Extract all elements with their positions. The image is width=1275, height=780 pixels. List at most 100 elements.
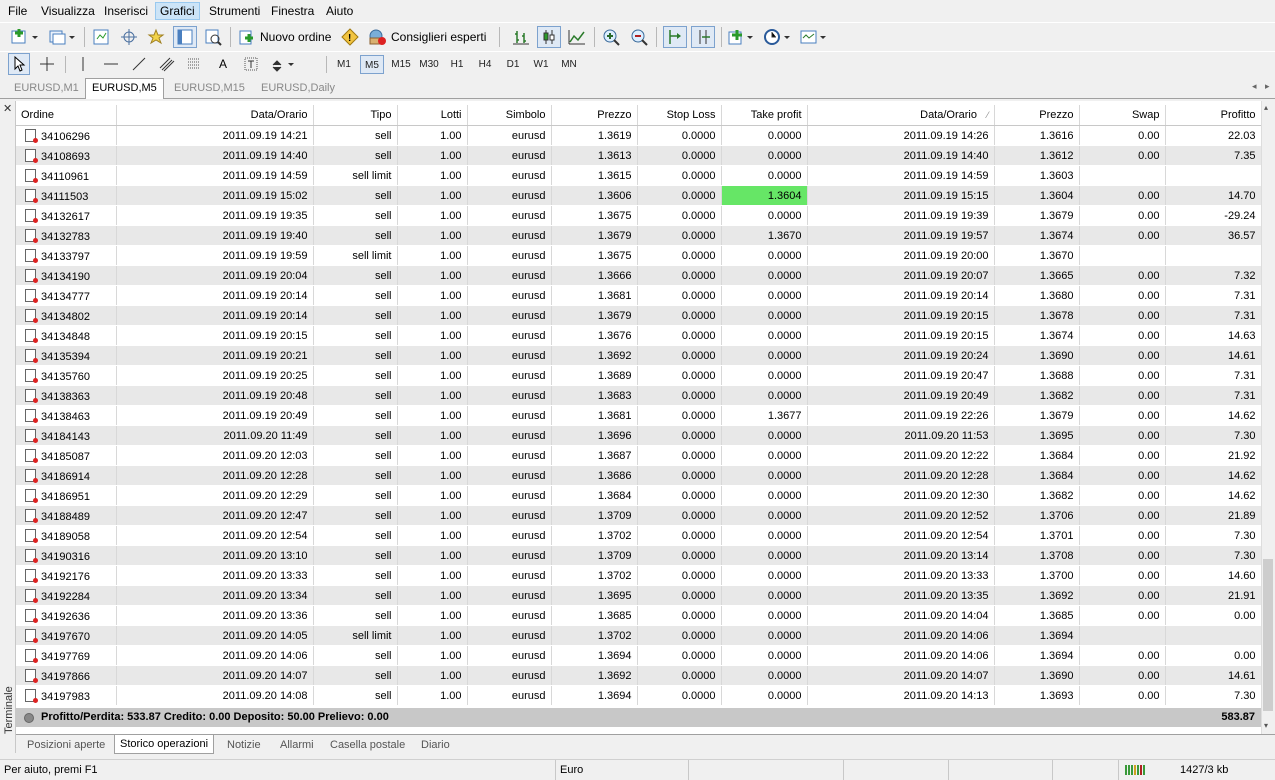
tab-notizie[interactable]: Notizie [222,736,266,754]
profiles-button[interactable] [46,26,78,48]
table-row[interactable]: 34192284 2011.09.20 13:34 sell 1.00 eurusd 1.… [16,585,1262,606]
table-row[interactable]: 34184143 2011.09.20 11:49 sell 1.00 eurusd 1.… [16,425,1262,446]
indicators-button[interactable] [726,26,758,48]
table-row[interactable]: 34197866 2011.09.20 14:07 sell 1.00 eurusd 1.… [16,665,1262,686]
terminal-toggle-button[interactable] [173,26,197,48]
table-row[interactable]: 34111503 2011.09.19 15:02 sell 1.00 eurusd 1.… [16,185,1262,206]
menu-visualizza[interactable]: Visualizza [37,3,99,19]
timeframe-m1[interactable]: M1 [332,55,356,74]
equidistant-channel-button[interactable] [156,53,178,75]
timeframe-d1[interactable]: D1 [501,55,525,74]
table-row[interactable]: 34134848 2011.09.19 20:15 sell 1.00 eurusd 1.… [16,325,1262,346]
market-watch-button[interactable] [90,26,112,48]
tab-eurusd-m1[interactable]: EURUSD,M1 [8,79,85,97]
text-label-button[interactable] [240,53,262,75]
tab-allarmi[interactable]: Allarmi [275,736,319,754]
candlestick-chart-button[interactable] [537,26,561,48]
new-chart-button[interactable] [8,26,42,48]
table-row[interactable]: 34134777 2011.09.19 20:14 sell 1.00 eurusd 1.… [16,285,1262,306]
arrows-button[interactable] [268,53,300,75]
tab-eurusd-m15[interactable]: EURUSD,M15 [168,79,251,97]
table-row[interactable]: 34132783 2011.09.19 19:40 sell 1.00 eurusd 1.… [16,225,1262,246]
menu-inserisci[interactable]: Inserisci [100,3,152,19]
favorites-button[interactable] [145,26,167,48]
timeframe-h1[interactable]: H1 [445,55,469,74]
close-icon[interactable]: ✕ [3,102,12,115]
table-row[interactable]: 34134802 2011.09.19 20:14 sell 1.00 eurusd 1.… [16,305,1262,326]
crosshair-button[interactable] [36,53,58,75]
table-row[interactable]: 34197769 2011.09.20 14:06 sell 1.00 eurusd 1.… [16,645,1262,666]
tab-casella-postale[interactable]: Casella postale [325,736,410,754]
tab-eurusd-daily[interactable]: EURUSD,Daily [255,79,341,97]
menu-file[interactable]: File [4,3,31,19]
scroll-up-icon[interactable]: ▴ [1264,103,1268,112]
table-row[interactable]: 34138363 2011.09.19 20:48 sell 1.00 eurusd 1.… [16,385,1262,406]
table-row[interactable]: 34186914 2011.09.20 12:28 sell 1.00 eurusd 1.… [16,465,1262,486]
table-row[interactable]: 34133797 2011.09.19 19:59 sell limit 1.00 eu… [16,245,1262,266]
col-ordine[interactable]: Ordine [16,105,117,126]
fibonacci-button[interactable] [184,53,206,75]
tab-scroll-right-icon[interactable]: ▸ [1265,81,1270,92]
scrollbar-thumb[interactable] [1263,559,1273,711]
navigator-crosshair-button[interactable] [118,26,140,48]
cursor-button[interactable] [8,53,30,75]
table-row[interactable]: 34134190 2011.09.19 20:04 sell 1.00 eurusd 1.… [16,265,1262,286]
table-row[interactable]: 34197983 2011.09.20 14:08 sell 1.00 eurusd 1.… [16,685,1262,706]
menu-strumenti[interactable]: Strumenti [205,3,264,19]
new-order-button[interactable]: Nuovo ordine [237,26,337,48]
table-row[interactable]: 34189058 2011.09.20 12:54 sell 1.00 eurusd 1.… [16,525,1262,546]
vertical-line-button[interactable] [72,53,94,75]
vertical-scrollbar[interactable]: ▴ ▾ [1261,101,1275,734]
table-row[interactable]: 34110961 2011.09.19 14:59 sell limit 1.00 eu… [16,165,1262,186]
col-prezzo-open[interactable]: Prezzo [551,105,638,126]
col-prezzo-close[interactable]: Prezzo [994,105,1080,126]
menu-aiuto[interactable]: Aiuto [322,3,357,19]
timeframe-m30[interactable]: M30 [417,55,441,74]
col-profitto[interactable]: Profitto [1165,105,1262,126]
col-data-orario-close[interactable]: Data/Orario ⁄ [807,105,995,126]
table-row[interactable]: 34132617 2011.09.19 19:35 sell 1.00 eurusd 1.… [16,205,1262,226]
table-row[interactable]: 34135760 2011.09.19 20:25 sell 1.00 eurusd 1.… [16,365,1262,386]
scroll-down-icon[interactable]: ▾ [1264,721,1268,730]
tab-storico-operazioni[interactable]: Storico operazioni [114,735,215,754]
chart-shift-button[interactable] [691,26,715,48]
tab-scroll-left-icon[interactable]: ◂ [1252,81,1257,92]
table-row[interactable]: 34192636 2011.09.20 13:36 sell 1.00 eurusd 1.… [16,605,1262,626]
periods-button[interactable] [762,26,794,48]
tab-posizioni-aperte[interactable]: Posizioni aperte [22,736,110,754]
table-row[interactable]: 34190316 2011.09.20 13:10 sell 1.00 eurusd 1.… [16,545,1262,566]
metaeditor-button[interactable]: ! [339,26,361,48]
timeframe-m15[interactable]: M15 [389,55,413,74]
zoom-in-button[interactable] [600,26,622,48]
table-row[interactable]: 34108693 2011.09.19 14:40 sell 1.00 eurusd 1.… [16,145,1262,166]
col-stop-loss[interactable]: Stop Loss [637,105,722,126]
col-simbolo[interactable]: Simbolo [467,105,552,126]
timeframe-w1[interactable]: W1 [529,55,553,74]
text-button[interactable]: A [212,53,234,75]
timeframe-mn[interactable]: MN [557,55,581,74]
expert-advisors-button[interactable]: Consiglieri esperti [366,26,490,48]
timeframe-h4[interactable]: H4 [473,55,497,74]
table-row[interactable]: 34185087 2011.09.20 12:03 sell 1.00 eurusd 1.… [16,445,1262,466]
horizontal-line-button[interactable] [100,53,122,75]
table-row[interactable]: 34186951 2011.09.20 12:29 sell 1.00 eurusd 1.… [16,485,1262,506]
trendline-button[interactable] [128,53,150,75]
col-swap[interactable]: Swap [1079,105,1166,126]
table-row[interactable]: 34138463 2011.09.19 20:49 sell 1.00 eurusd 1.… [16,405,1262,426]
menu-grafici[interactable]: Grafici [155,2,200,20]
col-lotti[interactable]: Lotti [397,105,468,126]
tab-eurusd-m5[interactable]: EURUSD,M5 [85,78,164,99]
auto-scroll-button[interactable] [663,26,687,48]
menu-finestra[interactable]: Finestra [267,3,318,19]
table-row[interactable]: 34197670 2011.09.20 14:05 sell limit 1.00 eu… [16,625,1262,646]
table-row[interactable]: 34188489 2011.09.20 12:47 sell 1.00 eurusd 1.… [16,505,1262,526]
tab-diario[interactable]: Diario [416,736,455,754]
col-take-profit[interactable]: Take profit [721,105,808,126]
bar-chart-button[interactable] [510,26,532,48]
col-tipo[interactable]: Tipo [313,105,398,126]
col-data-orario-open[interactable]: Data/Orario [116,105,314,126]
table-row[interactable]: 34192176 2011.09.20 13:33 sell 1.00 eurusd 1.… [16,565,1262,586]
table-row[interactable]: 34106296 2011.09.19 14:21 sell 1.00 eurusd 1.… [16,125,1262,146]
table-row[interactable]: 34135394 2011.09.19 20:21 sell 1.00 eurusd 1.… [16,345,1262,366]
templates-button[interactable] [798,26,830,48]
